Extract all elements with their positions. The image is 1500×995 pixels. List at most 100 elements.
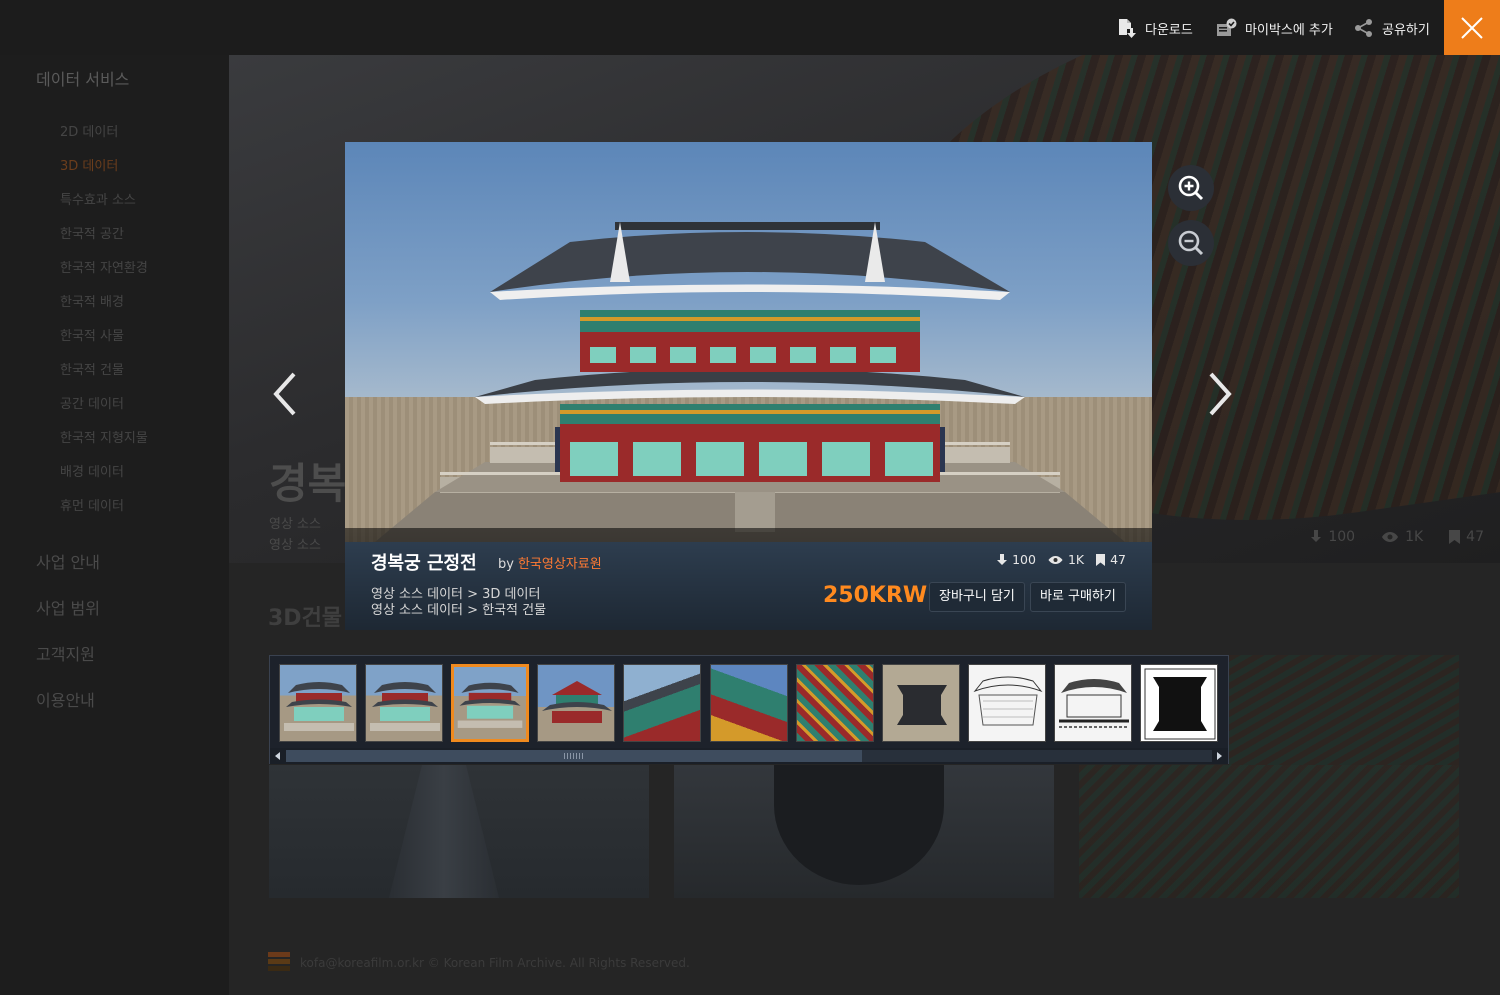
sidebar-item[interactable]: 3D 데이터 <box>60 158 148 192</box>
image-stats: 100 1K 47 <box>997 552 1126 567</box>
hero-subtitle-1: 영상 소스 <box>269 517 321 532</box>
mybox-label: 마이박스에 추가 <box>1245 22 1333 38</box>
author-link[interactable]: 한국영상자료원 <box>518 557 602 572</box>
scroll-track[interactable] <box>286 750 1212 762</box>
thumbnail[interactable] <box>882 664 960 742</box>
zoom-out-icon <box>1178 230 1204 256</box>
download-icon <box>997 553 1008 565</box>
zoom-in-icon <box>1178 175 1204 201</box>
thumbnail[interactable] <box>796 664 874 742</box>
bookmark-icon <box>1096 553 1106 566</box>
download-label: 다운로드 <box>1145 22 1193 38</box>
scroll-right-button[interactable] <box>1212 750 1226 762</box>
palace-illustration <box>375 222 1125 542</box>
price: 250KRW <box>823 583 928 608</box>
category-path-2[interactable]: 영상 소스 데이터 > 한국적 건물 <box>371 599 546 618</box>
thumbnail-image <box>457 682 523 728</box>
sidebar-main-list: 사업 안내 사업 범위 고객지원 이용안내 <box>36 549 100 733</box>
caret-left-icon <box>275 752 280 760</box>
sidebar-item[interactable]: 한국적 자연환경 <box>60 260 148 294</box>
thumbnail-scrollbar[interactable] <box>270 748 1228 764</box>
thumbnail[interactable] <box>1140 664 1218 742</box>
thumbnail-image <box>973 676 1043 726</box>
background-sidebar: 데이터 서비스 2D 데이터 3D 데이터 특수효과 소스 한국적 공간 한국적 자연환… <box>0 0 229 995</box>
download-icon <box>1311 530 1322 542</box>
scroll-grip <box>564 753 584 759</box>
scroll-left-button[interactable] <box>271 750 285 762</box>
sidebar-sub-list: 2D 데이터 3D 데이터 특수효과 소스 한국적 공간 한국적 자연환경 한국적 배경 한… <box>60 124 148 532</box>
thumbnail[interactable] <box>365 664 443 742</box>
share-icon <box>1355 19 1372 37</box>
image-title: 경복궁 근정전 <box>371 553 477 574</box>
download-file-icon <box>1119 19 1136 38</box>
thumbnail[interactable] <box>623 664 701 742</box>
hero-downloads: 100 <box>1310 529 1355 545</box>
thumbnail-selected[interactable] <box>451 664 529 742</box>
image-byline: by 한국영상자료원 <box>498 553 602 572</box>
sidebar-item[interactable]: 공간 데이터 <box>60 396 148 430</box>
close-button[interactable] <box>1444 0 1500 55</box>
previous-button[interactable] <box>270 370 300 418</box>
thumbnail-strip <box>269 655 1229 764</box>
add-to-mybox-button[interactable]: 마이박스에 추가 <box>1216 18 1333 38</box>
thumbnail-image <box>370 682 440 731</box>
sidebar-main-item[interactable]: 사업 안내 <box>36 549 100 595</box>
eye-icon <box>1382 532 1399 542</box>
sidebar-main-item[interactable]: 고객지원 <box>36 641 100 687</box>
thumbnail[interactable] <box>968 664 1046 742</box>
thumbnail-image <box>284 682 354 731</box>
sidebar-title: 데이터 서비스 <box>36 70 130 89</box>
hero-subtitle-2: 영상 소스 <box>269 538 321 553</box>
share-button[interactable]: 공유하기 <box>1354 18 1430 38</box>
bookmark-icon <box>1449 530 1461 544</box>
bookmarks-count: 47 <box>1096 552 1126 567</box>
caret-right-icon <box>1217 752 1222 760</box>
thumbnail-image <box>1059 679 1129 728</box>
footer: kofa@koreafilm.or.kr © Korean Film Archi… <box>268 952 690 974</box>
hero-bookmarks: 47 <box>1449 529 1484 545</box>
thumbnail-image <box>542 681 612 723</box>
top-bar: 다운로드 마이박스에 추가 공유하기 <box>0 0 1500 55</box>
sidebar-item[interactable]: 한국적 지형지물 <box>60 430 148 464</box>
downloads-count: 100 <box>997 552 1036 567</box>
chevron-left-icon <box>273 372 296 416</box>
section-title: 3D건물 <box>268 606 343 631</box>
sidebar-item[interactable]: 배경 데이터 <box>60 464 148 498</box>
background-card <box>1229 655 1459 767</box>
byline-prefix: by <box>498 557 514 572</box>
thumbnail[interactable] <box>1054 664 1132 742</box>
hero-views: 1K <box>1381 529 1423 545</box>
sidebar-main-item[interactable]: 이용안내 <box>36 687 100 733</box>
sidebar-main-item[interactable]: 사업 범위 <box>36 595 100 641</box>
zoom-out-button[interactable] <box>1168 220 1214 266</box>
eye-icon <box>1048 555 1063 564</box>
next-button[interactable] <box>1205 370 1235 418</box>
hero-stats: 100 1K 47 <box>1310 529 1484 545</box>
views-count: 1K <box>1048 552 1084 567</box>
thumbnail-image <box>1144 668 1216 740</box>
thumbnail-image <box>897 685 947 725</box>
mybox-add-icon <box>1217 18 1237 36</box>
sidebar-item[interactable]: 한국적 건물 <box>60 362 148 396</box>
thumbnail[interactable] <box>537 664 615 742</box>
download-button[interactable]: 다운로드 <box>1118 18 1193 38</box>
thumbnail[interactable] <box>710 664 788 742</box>
background-card <box>1079 765 1459 898</box>
footer-text: kofa@koreafilm.or.kr © Korean Film Archi… <box>300 956 690 970</box>
scroll-thumb[interactable] <box>286 750 862 762</box>
sidebar-item[interactable]: 2D 데이터 <box>60 124 148 158</box>
zoom-in-button[interactable] <box>1168 165 1214 211</box>
background-card <box>674 765 1054 898</box>
chevron-right-icon <box>1209 372 1232 416</box>
sidebar-item[interactable]: 한국적 배경 <box>60 294 148 328</box>
hero-title: 경복 <box>269 459 347 508</box>
background-card <box>269 765 649 898</box>
image-info-overlay: 경복궁 근정전 by 한국영상자료원 영상 소스 데이터 > 3D 데이터 영상 … <box>345 528 1152 630</box>
sidebar-item[interactable]: 휴먼 데이터 <box>60 498 148 532</box>
sidebar-item[interactable]: 특수효과 소스 <box>60 192 148 226</box>
sidebar-item[interactable]: 한국적 공간 <box>60 226 148 260</box>
thumbnail[interactable] <box>279 664 357 742</box>
buy-now-button[interactable]: 바로 구매하기 <box>1030 582 1126 612</box>
add-to-cart-button[interactable]: 장바구니 담기 <box>929 582 1025 612</box>
sidebar-item[interactable]: 한국적 사물 <box>60 328 148 362</box>
